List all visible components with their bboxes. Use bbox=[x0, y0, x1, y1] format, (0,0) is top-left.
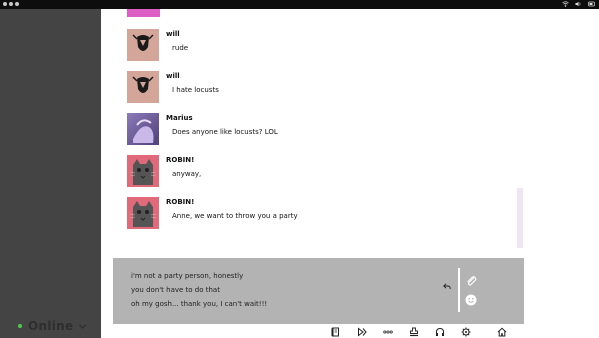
stamp-icon[interactable] bbox=[408, 326, 420, 338]
window-dot-1[interactable] bbox=[3, 2, 7, 6]
message-text: Anne, we want to throw you a party bbox=[172, 212, 298, 220]
chevron-down-icon[interactable] bbox=[79, 322, 87, 331]
mask-avatar[interactable] bbox=[127, 71, 159, 103]
mask-avatar[interactable] bbox=[127, 29, 159, 61]
gear-icon[interactable] bbox=[460, 326, 472, 338]
message-author[interactable]: will bbox=[166, 72, 180, 80]
reply-option[interactable]: oh my gosh... thank you, I can't wait!!! bbox=[131, 300, 267, 308]
window-dot-3[interactable] bbox=[15, 2, 19, 6]
message: will I hate locusts bbox=[127, 71, 487, 103]
clock-icon bbox=[588, 1, 595, 9]
message-author[interactable]: ROBIN! bbox=[166, 198, 194, 206]
book-icon[interactable] bbox=[330, 326, 342, 338]
reply-option[interactable]: i'm not a party person, honestly bbox=[131, 272, 243, 280]
status-indicator bbox=[18, 324, 22, 328]
bottom-toolbar bbox=[101, 326, 599, 338]
window-dot-2[interactable] bbox=[9, 2, 13, 6]
headphones-icon[interactable] bbox=[434, 326, 446, 338]
message-text: anyway, bbox=[172, 170, 202, 178]
more-icon[interactable] bbox=[382, 326, 394, 338]
message: Marius Does anyone like locusts? LOL bbox=[127, 113, 487, 145]
message-text: rude bbox=[172, 44, 189, 52]
emoji-icon[interactable] bbox=[465, 291, 477, 306]
message: will rude bbox=[127, 29, 487, 61]
skip-icon[interactable] bbox=[356, 326, 368, 338]
reply-arrow-icon[interactable] bbox=[443, 283, 451, 293]
message: ROBIN! Anne, we want to throw you a part… bbox=[127, 197, 487, 229]
message-author[interactable]: ROBIN! bbox=[166, 156, 194, 164]
wifi-icon bbox=[562, 1, 569, 9]
scrollbar[interactable] bbox=[517, 188, 523, 248]
sidebar: Online bbox=[0, 9, 101, 338]
previous-message-avatar-edge bbox=[127, 9, 160, 17]
window-controls[interactable] bbox=[3, 2, 19, 6]
composer-divider bbox=[458, 268, 460, 312]
message-text: I hate locusts bbox=[172, 86, 219, 94]
home-icon[interactable] bbox=[496, 326, 508, 338]
window-titlebar bbox=[0, 0, 599, 9]
reply-options-panel: i'm not a party person, honestly you don… bbox=[113, 258, 524, 324]
message-text: Does anyone like locusts? LOL bbox=[172, 128, 278, 136]
status-selector[interactable]: Online bbox=[18, 319, 87, 333]
cat-avatar[interactable] bbox=[127, 155, 159, 187]
message-author[interactable]: Marius bbox=[166, 114, 193, 122]
system-tray bbox=[562, 1, 595, 9]
reply-option[interactable]: you don't have to do that bbox=[131, 286, 220, 294]
purple-avatar[interactable] bbox=[127, 113, 159, 145]
cat-avatar[interactable] bbox=[127, 197, 159, 229]
message: ROBIN! anyway, bbox=[127, 155, 487, 187]
chat-area: will rude will I hate locusts Marius Doe… bbox=[101, 9, 599, 338]
paperclip-icon[interactable] bbox=[465, 272, 477, 286]
message-author[interactable]: will bbox=[166, 30, 180, 38]
status-label: Online bbox=[28, 319, 74, 333]
volume-icon bbox=[575, 1, 582, 9]
